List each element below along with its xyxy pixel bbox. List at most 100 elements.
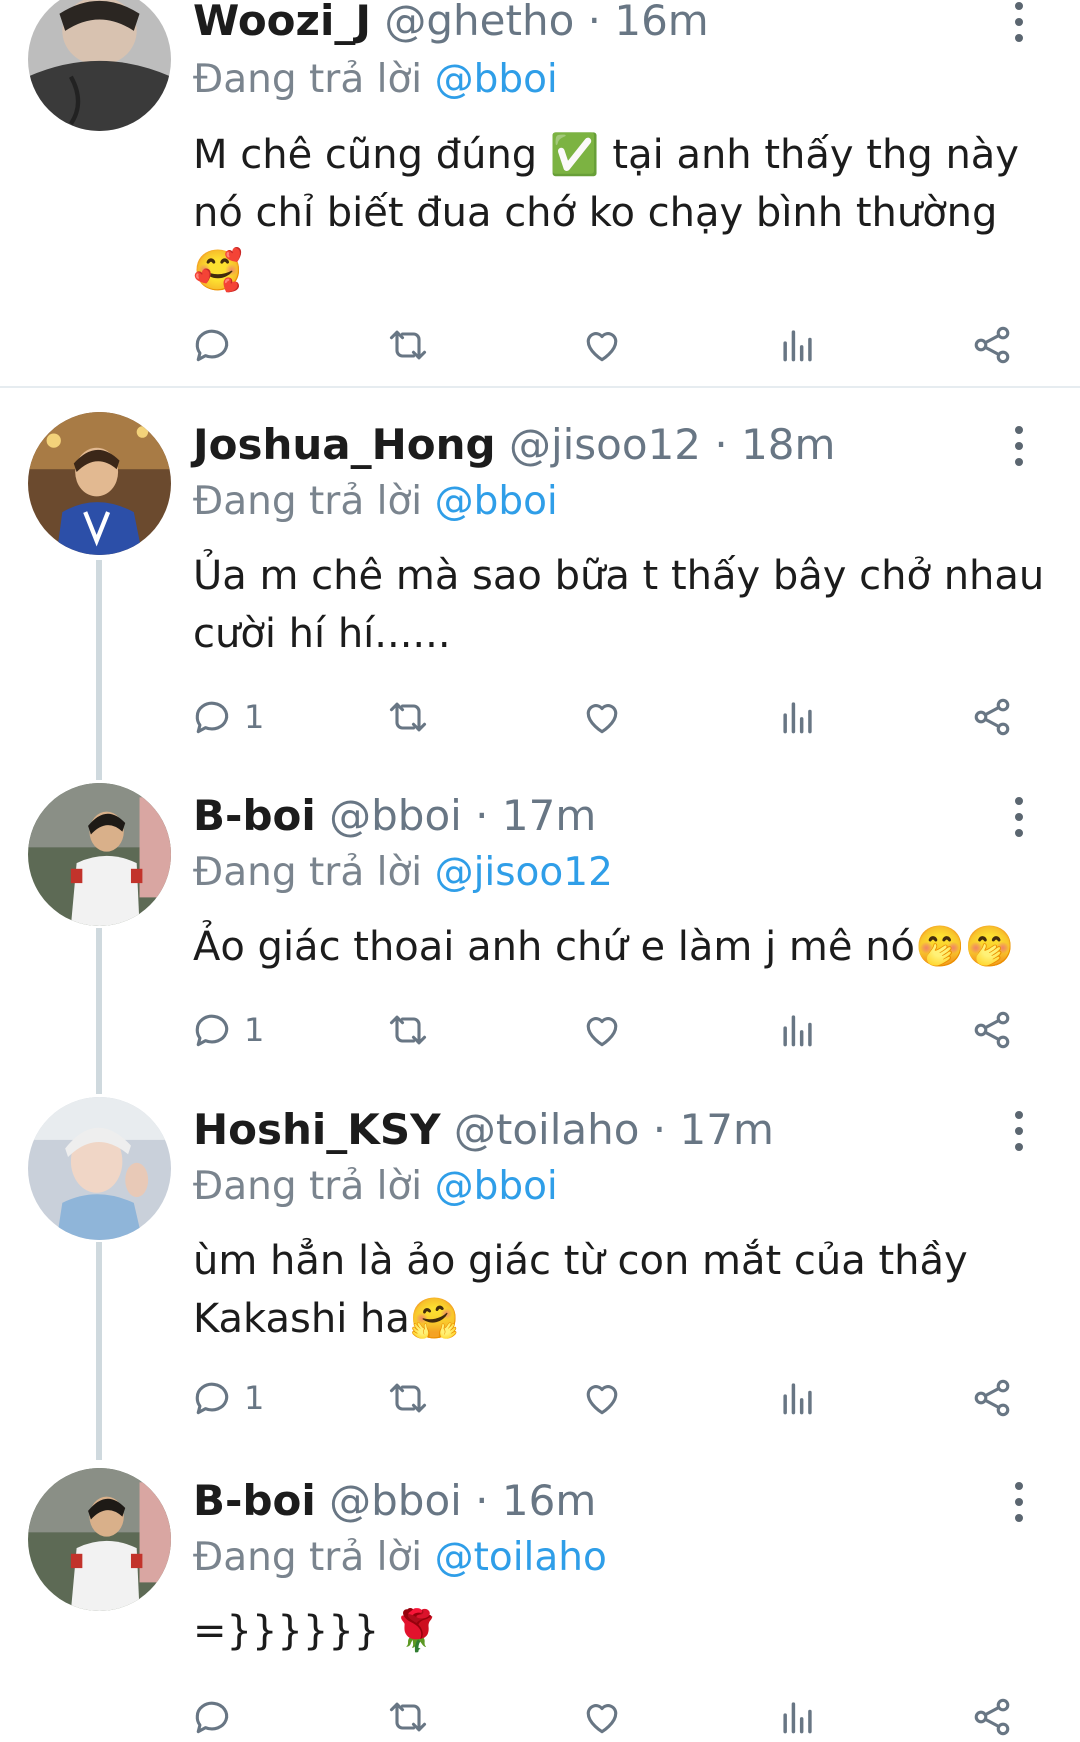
reply-prefix: Đang trả lời	[193, 1164, 423, 1209]
display-name[interactable]: B-boi	[193, 1476, 316, 1525]
reply-icon	[195, 1014, 229, 1047]
reply-icon	[195, 329, 229, 362]
reply-mention[interactable]: @bboi	[435, 479, 558, 524]
action-bar: 1	[190, 692, 1050, 742]
retweet-button[interactable]	[386, 1005, 430, 1055]
reply-prefix: Đang trả lời	[193, 57, 423, 102]
avatar[interactable]	[28, 1097, 171, 1240]
share-button[interactable]	[970, 1373, 1014, 1423]
views-icon	[783, 1383, 812, 1415]
share-button[interactable]	[970, 692, 1014, 742]
avatar[interactable]	[28, 783, 171, 926]
display-name[interactable]: Joshua_Hong	[193, 420, 496, 469]
reply-prefix: Đang trả lời	[193, 850, 423, 895]
reply-icon	[195, 1382, 229, 1415]
tweet[interactable]: B-boi @bboi · 17m Đang trả lời @jisoo12 …	[0, 783, 1080, 1083]
timestamp: 17m	[501, 791, 597, 840]
share-icon	[974, 326, 1010, 364]
views-icon	[783, 1702, 812, 1734]
reply-button[interactable]: 1	[190, 692, 264, 742]
reply-count: 1	[244, 1011, 265, 1049]
reply-mention[interactable]: @bboi	[435, 1164, 558, 1209]
replying-to: Đang trả lời @bboi	[193, 60, 558, 99]
like-button[interactable]	[580, 1005, 624, 1055]
reply-button[interactable]: 1	[190, 1373, 264, 1423]
like-button[interactable]	[580, 1373, 624, 1423]
separator-dot: ·	[714, 420, 742, 469]
tweet-header: B-boi @bboi · 16m	[193, 1480, 596, 1522]
tweet[interactable]: Hoshi_KSY @toilaho · 17m Đang trả lời @b…	[0, 1097, 1080, 1437]
separator-dot: ·	[652, 1105, 680, 1154]
tweet[interactable]: Joshua_Hong @jisoo12 · 18m Đang trả lời …	[0, 412, 1080, 752]
share-button[interactable]	[970, 320, 1014, 370]
views-icon	[783, 330, 812, 362]
share-button[interactable]	[970, 1005, 1014, 1055]
retweet-button[interactable]	[386, 1692, 430, 1742]
user-handle[interactable]: @bboi	[329, 1476, 462, 1525]
like-button[interactable]	[580, 692, 624, 742]
retweet-button[interactable]	[386, 320, 430, 370]
reply-mention[interactable]: @jisoo12	[435, 850, 613, 895]
reply-button[interactable]: 1	[190, 1005, 264, 1055]
action-bar: 1	[190, 1373, 1050, 1423]
replying-to: Đang trả lời @toilaho	[193, 1538, 607, 1577]
timestamp: 18m	[741, 420, 836, 469]
reply-button[interactable]	[190, 320, 244, 370]
avatar[interactable]	[28, 0, 171, 131]
replying-to: Đang trả lời @jisoo12	[193, 853, 613, 892]
views-icon	[783, 702, 812, 734]
timestamp: 16m	[501, 1476, 597, 1525]
heart-icon	[586, 704, 618, 734]
avatar[interactable]	[28, 1468, 171, 1611]
views-button[interactable]	[776, 1005, 820, 1055]
views-button[interactable]	[776, 1692, 820, 1742]
tweet-text: M chê cũng đúng ✅ tại anh thấy thg này n…	[193, 132, 1019, 294]
tweet[interactable]: Woozi_J @ghetho · 16m Đang trả lời @bboi…	[0, 0, 1080, 386]
action-bar: 1	[190, 1005, 1050, 1055]
more-icon[interactable]	[1010, 795, 1026, 839]
like-button[interactable]	[580, 1692, 624, 1742]
more-icon[interactable]	[1010, 0, 1026, 44]
more-icon[interactable]	[1010, 424, 1026, 468]
retweet-icon	[389, 1702, 427, 1732]
like-button[interactable]	[580, 320, 624, 370]
views-icon	[783, 1015, 812, 1047]
reply-button[interactable]	[190, 1692, 244, 1742]
share-icon	[974, 1698, 1010, 1736]
reply-mention[interactable]: @bboi	[435, 57, 558, 102]
display-name[interactable]: Woozi_J	[193, 0, 371, 45]
share-button[interactable]	[970, 1692, 1014, 1742]
share-icon	[974, 698, 1010, 736]
tweet-text: ùm hẳn là ảo giác từ con mắt của thầy Ka…	[193, 1238, 968, 1342]
reply-mention[interactable]: @toilaho	[435, 1535, 607, 1580]
more-icon[interactable]	[1010, 1480, 1026, 1524]
user-handle[interactable]: @toilaho	[454, 1105, 640, 1154]
tweet-header: Hoshi_KSY @toilaho · 17m	[193, 1109, 774, 1151]
separator-dot: ·	[587, 0, 615, 45]
retweet-icon	[389, 1383, 427, 1413]
heart-icon	[586, 1017, 618, 1047]
separator-dot: ·	[475, 1476, 502, 1525]
retweet-button[interactable]	[386, 692, 430, 742]
display-name[interactable]: Hoshi_KSY	[193, 1105, 441, 1154]
avatar[interactable]	[28, 412, 171, 555]
tweet[interactable]: B-boi @bboi · 16m Đang trả lời @toilaho …	[0, 1468, 1080, 1736]
divider	[0, 386, 1080, 388]
reply-icon	[195, 701, 229, 734]
user-handle[interactable]: @bboi	[329, 791, 462, 840]
timestamp: 17m	[679, 1105, 774, 1154]
reply-prefix: Đang trả lời	[193, 479, 423, 524]
retweet-button[interactable]	[386, 1373, 430, 1423]
views-button[interactable]	[776, 320, 820, 370]
display-name[interactable]: B-boi	[193, 791, 316, 840]
more-icon[interactable]	[1010, 1109, 1026, 1153]
tweet-header: B-boi @bboi · 17m	[193, 795, 596, 837]
tweet-text: Ủa m chê mà sao bữa t thấy bây chở nhau …	[193, 553, 1045, 657]
tweet-header: Joshua_Hong @jisoo12 · 18m	[193, 424, 835, 466]
user-handle[interactable]: @jisoo12	[509, 420, 701, 469]
views-button[interactable]	[776, 1373, 820, 1423]
views-button[interactable]	[776, 692, 820, 742]
share-icon	[974, 1011, 1010, 1049]
user-handle[interactable]: @ghetho	[384, 0, 574, 45]
tweet-text: Ảo giác thoai anh chứ e làm j mê nó🤭🤭	[193, 924, 1015, 970]
